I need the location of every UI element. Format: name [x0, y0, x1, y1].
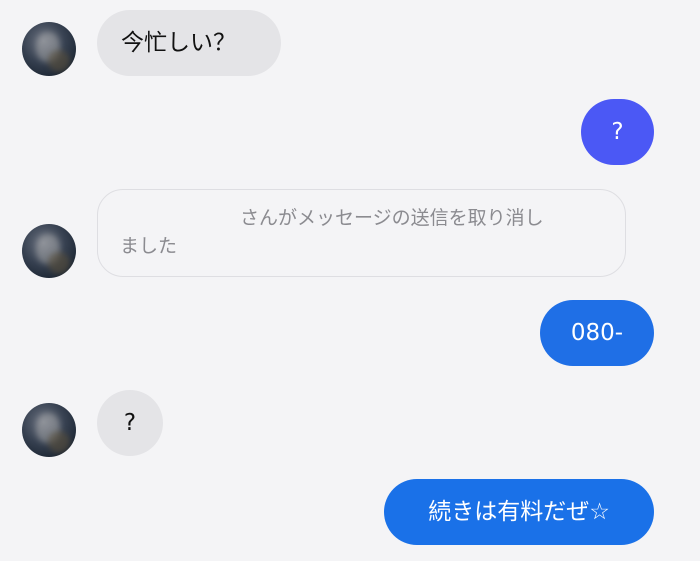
chat-thread: 今忙しい？ ? さんがメッセージの送信を取り消し ました 080- ? 続きは有… [0, 0, 700, 561]
message-text: 080- [570, 319, 624, 346]
avatar[interactable] [22, 224, 76, 278]
outgoing-message[interactable]: ? [581, 99, 654, 165]
incoming-message[interactable]: ? [97, 390, 163, 456]
message-text: 今忙しい？ [121, 29, 236, 56]
unsent-message-notice: さんがメッセージの送信を取り消し ました [97, 189, 626, 277]
outgoing-message[interactable]: 続きは有料だぜ☆ [384, 479, 654, 545]
notice-text-line2: ました [120, 235, 178, 257]
message-text: ? [123, 409, 137, 436]
message-text: ? [611, 118, 624, 145]
notice-text-line1: さんがメッセージの送信を取り消し [240, 207, 544, 229]
incoming-message[interactable]: 今忙しい？ [97, 10, 281, 76]
message-text: 続きは有料だぜ☆ [428, 498, 610, 525]
outgoing-message[interactable]: 080- [540, 300, 654, 366]
avatar[interactable] [22, 22, 76, 76]
avatar[interactable] [22, 403, 76, 457]
